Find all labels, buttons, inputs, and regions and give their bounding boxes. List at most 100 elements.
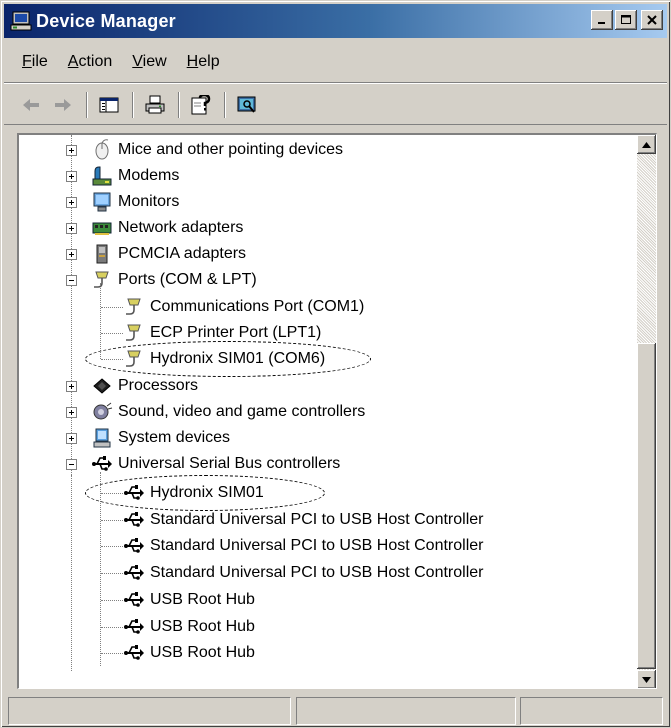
minimize-button[interactable]	[591, 10, 613, 30]
collapse-icon[interactable]	[66, 275, 77, 286]
tree-item-label: Standard Universal PCI to USB Host Contr…	[150, 511, 484, 528]
tree-item-mice[interactable]: Mice and other pointing devices	[63, 137, 343, 163]
expand-icon[interactable]	[66, 407, 77, 418]
status-pane	[520, 697, 663, 725]
tree-item-label: Modems	[118, 167, 180, 184]
print-button[interactable]	[142, 92, 168, 118]
mouse-icon	[95, 139, 109, 160]
modem-icon	[92, 166, 112, 186]
back-arrow-icon	[23, 98, 39, 111]
tree-item-label: Network adapters	[118, 219, 244, 236]
tree-item-com1[interactable]: Communications Port (COM1)	[123, 294, 364, 320]
network-adapter-icon	[92, 222, 112, 235]
tree-item-usb-host-controller[interactable]: Standard Universal PCI to USB Host Contr…	[123, 507, 483, 533]
minimize-icon	[598, 22, 605, 24]
usb-icon	[124, 645, 144, 660]
tree-item-system-devices[interactable]: System devices	[63, 425, 230, 451]
usb-icon	[92, 456, 112, 471]
expand-icon[interactable]	[66, 433, 77, 444]
tree-item-processors[interactable]: Processors	[63, 373, 198, 399]
tree-line	[71, 475, 72, 671]
device-manager-icon	[10, 11, 32, 31]
device-tree-pane[interactable]: Mice and other pointing devices Modems M…	[17, 133, 657, 689]
expand-icon[interactable]	[66, 381, 77, 392]
toolbar-separator	[86, 91, 88, 118]
tree-line	[101, 546, 123, 547]
tree-item-network-adapters[interactable]: Network adapters	[63, 215, 243, 241]
tree-item-label: Standard Universal PCI to USB Host Contr…	[150, 537, 484, 554]
tree-line	[100, 283, 101, 359]
tree-item-modems[interactable]: Modems	[63, 163, 179, 189]
scroll-down-button[interactable]	[637, 670, 656, 688]
scan-hardware-icon	[237, 96, 256, 113]
collapse-icon[interactable]	[66, 459, 77, 470]
processor-icon	[93, 378, 111, 394]
print-icon	[145, 95, 165, 113]
title-bar[interactable]: Device Manager	[4, 4, 667, 38]
tree-item-label: Standard Universal PCI to USB Host Contr…	[150, 564, 484, 581]
scrollbar-thumb[interactable]	[637, 343, 656, 669]
device-manager-window: Device Manager File Action View Help Mic…	[0, 0, 671, 728]
tree-item-ports[interactable]: Ports (COM & LPT)	[63, 267, 257, 293]
tree-item-usb-root-hub[interactable]: USB Root Hub	[123, 640, 255, 666]
tree-item-sound-video-game[interactable]: Sound, video and game controllers	[63, 399, 365, 425]
tree-line	[101, 600, 123, 601]
status-bar	[4, 695, 667, 725]
tree-item-label: USB Root Hub	[150, 644, 255, 661]
tree-line	[101, 333, 123, 334]
maximize-button[interactable]	[615, 10, 637, 30]
tree-line	[101, 307, 123, 308]
status-pane	[8, 697, 291, 725]
pcmcia-icon	[96, 244, 108, 264]
tree-line	[101, 653, 123, 654]
device-tree: Mice and other pointing devices Modems M…	[19, 135, 637, 688]
tree-line	[101, 520, 123, 521]
tree-item-label: Sound, video and game controllers	[118, 403, 366, 420]
scroll-up-arrow-icon	[642, 141, 651, 148]
toolbar	[4, 85, 667, 125]
tree-item-pcmcia-adapters[interactable]: PCMCIA adapters	[63, 241, 246, 267]
expand-icon[interactable]	[66, 223, 77, 234]
system-devices-icon	[93, 428, 111, 448]
status-pane	[296, 697, 516, 725]
tree-item-usb-root-hub[interactable]: USB Root Hub	[123, 587, 255, 613]
tree-item-usb-root-hub[interactable]: USB Root Hub	[123, 614, 255, 640]
close-button[interactable]	[641, 10, 663, 30]
properties-button[interactable]	[188, 92, 214, 118]
highlight-ellipse-com6	[85, 341, 371, 377]
scan-hardware-button[interactable]	[234, 92, 260, 118]
highlight-ellipse-usb-sim01	[85, 475, 325, 511]
tree-item-label: ECP Printer Port (LPT1)	[150, 324, 322, 341]
sound-icon	[93, 402, 113, 420]
expand-icon[interactable]	[66, 145, 77, 156]
menu-file[interactable]: File	[12, 49, 58, 75]
tree-item-usb-host-controller[interactable]: Standard Universal PCI to USB Host Contr…	[123, 533, 483, 559]
port-icon	[126, 298, 141, 315]
tree-item-usb-host-controller[interactable]: Standard Universal PCI to USB Host Contr…	[123, 560, 483, 586]
scroll-down-arrow-icon	[642, 676, 651, 683]
usb-icon	[124, 619, 144, 634]
menu-action[interactable]: Action	[58, 49, 122, 75]
forward-button[interactable]	[50, 92, 76, 118]
toolbar-separator	[178, 91, 180, 118]
properties-help-icon	[191, 94, 211, 114]
tree-item-monitors[interactable]: Monitors	[63, 189, 179, 215]
close-icon	[647, 15, 657, 25]
expand-icon[interactable]	[66, 197, 77, 208]
tree-item-usb-controllers[interactable]: Universal Serial Bus controllers	[63, 451, 340, 477]
tree-item-label: Universal Serial Bus controllers	[118, 455, 341, 472]
monitor-icon	[93, 192, 111, 212]
menu-view[interactable]: View	[122, 49, 176, 75]
scroll-up-button[interactable]	[637, 135, 656, 154]
menu-help[interactable]: Help	[177, 49, 230, 75]
usb-icon	[124, 538, 144, 553]
tree-line	[101, 627, 123, 628]
expand-icon[interactable]	[66, 171, 77, 182]
tree-item-label: USB Root Hub	[150, 618, 255, 635]
show-hide-console-tree-button[interactable]	[96, 92, 122, 118]
tree-item-label: Processors	[118, 377, 199, 394]
tree-item-label: Communications Port (COM1)	[150, 298, 365, 315]
vertical-scrollbar[interactable]	[637, 135, 656, 688]
back-button[interactable]	[18, 92, 44, 118]
expand-icon[interactable]	[66, 249, 77, 260]
